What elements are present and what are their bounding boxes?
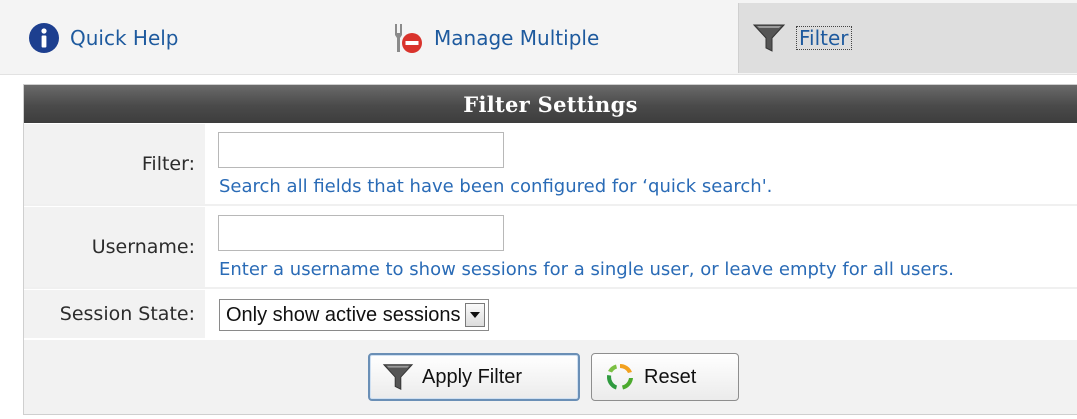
reset-label: Reset: [644, 365, 697, 388]
tab-bar: Quick Help Manage Multiple Filter: [0, 0, 1077, 75]
session-state-row: Session State: Only show active sessions: [24, 289, 1077, 338]
info-icon: [28, 22, 60, 54]
filter-input[interactable]: [218, 132, 504, 168]
refresh-icon: [604, 361, 636, 393]
filter-hint: Search all fields that have been configu…: [219, 176, 773, 197]
chevron-down-icon[interactable]: [464, 303, 485, 327]
funnel-icon: [752, 22, 786, 54]
tab-manage-multiple-label: Manage Multiple: [434, 26, 600, 50]
tab-quick-help-label: Quick Help: [70, 26, 179, 50]
username-hint: Enter a username to show sessions for a …: [219, 259, 954, 280]
apply-filter-label: Apply Filter: [422, 365, 523, 388]
tab-manage-multiple[interactable]: Manage Multiple: [388, 9, 599, 67]
username-input[interactable]: [218, 215, 504, 251]
manage-multiple-icon: [388, 21, 424, 55]
reset-button[interactable]: Reset: [591, 353, 739, 401]
session-state-select[interactable]: Only show active sessions: [219, 299, 489, 331]
panel-title: Filter Settings: [24, 85, 1077, 123]
filter-row: Filter: Search all fields that have been…: [24, 123, 1077, 206]
session-state-value-cell: Only show active sessions: [208, 290, 1077, 338]
tab-quick-help[interactable]: Quick Help: [28, 9, 179, 67]
panel-footer: Apply Filter Reset: [24, 340, 1077, 414]
username-row: Username: Enter a username to show sessi…: [24, 206, 1077, 289]
filter-label: Filter:: [24, 124, 205, 204]
username-label: Username:: [24, 207, 205, 287]
apply-filter-button[interactable]: Apply Filter: [368, 353, 580, 401]
funnel-icon: [382, 361, 414, 393]
tab-filter[interactable]: Filter: [752, 9, 852, 67]
username-value-cell: Enter a username to show sessions for a …: [208, 207, 1077, 287]
filter-settings-panel: Filter Settings Filter: Search all field…: [23, 84, 1077, 415]
tab-filter-label: Filter: [796, 26, 852, 50]
session-state-label: Session State:: [24, 290, 205, 338]
filter-value-cell: Search all fields that have been configu…: [208, 124, 1077, 204]
session-state-selected: Only show active sessions: [226, 303, 461, 326]
